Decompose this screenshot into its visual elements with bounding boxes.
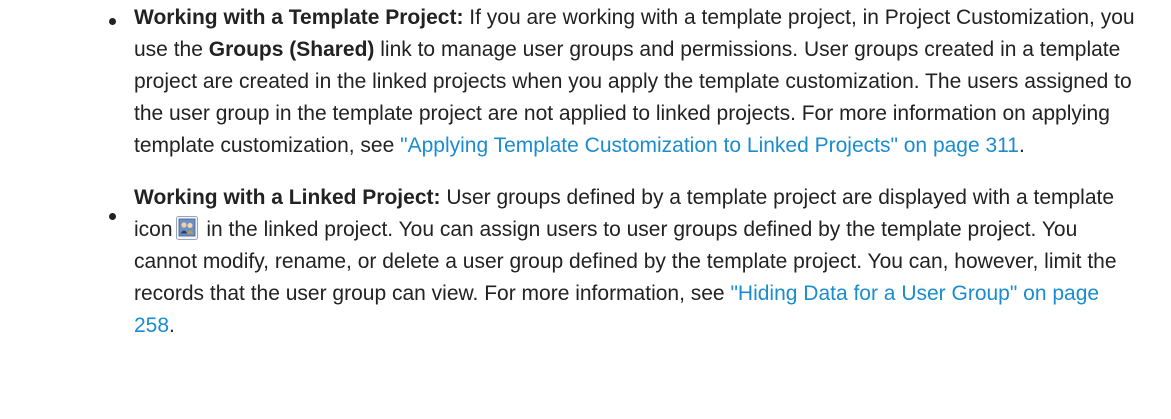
bullet-heading: Working with a Template Project:	[134, 6, 464, 29]
bullet-item-template-project: Working with a Template Project: If you …	[0, 0, 1171, 162]
bullet-text-end: .	[1018, 134, 1025, 157]
bullet-item-linked-project: Working with a Linked Project: User grou…	[0, 182, 1171, 342]
bullet-list: Working with a Template Project: If you …	[0, 0, 1171, 342]
bullet-text-end: .	[169, 314, 175, 337]
template-users-icon	[175, 216, 198, 240]
bullet-heading: Working with a Linked Project:	[134, 186, 441, 209]
bullet-dot	[109, 213, 116, 220]
bold-term: Groups (Shared)	[208, 38, 375, 61]
cross-reference-link[interactable]: "Applying Template Customization to Link…	[400, 134, 1019, 157]
bullet-dot	[109, 18, 116, 25]
